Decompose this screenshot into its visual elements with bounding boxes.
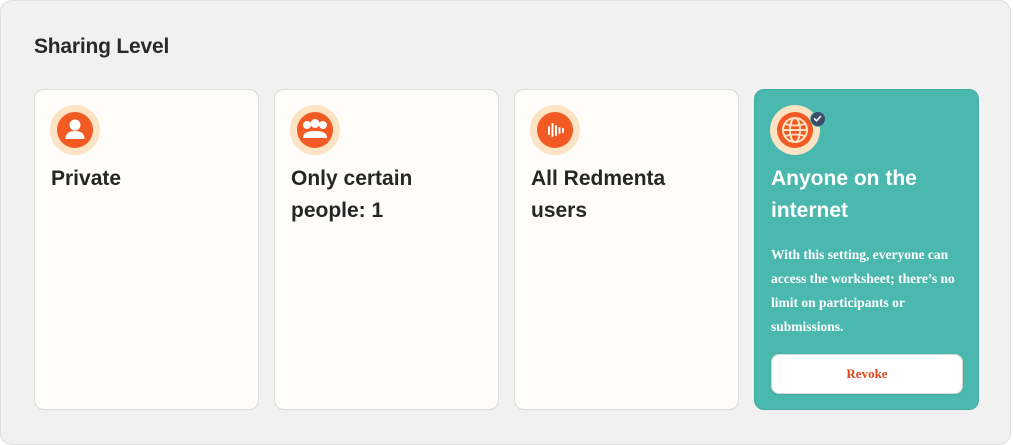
sharing-option-certain-people[interactable]: Only certain people: 1 bbox=[274, 89, 499, 410]
sharing-option-label: All Redmenta users bbox=[531, 167, 666, 222]
sharing-option-description: With this setting, everyone can access t… bbox=[771, 247, 955, 334]
revoke-button[interactable]: Revoke bbox=[771, 354, 963, 394]
redmenta-logo-icon bbox=[530, 105, 580, 155]
sharing-level-panel: Sharing Level Private Only certain peopl… bbox=[0, 0, 1011, 445]
sharing-option-anyone-on-internet[interactable]: Anyone on the internet With this setting… bbox=[754, 89, 979, 410]
sharing-option-redmenta-users[interactable]: All Redmenta users bbox=[514, 89, 739, 410]
panel-title: Sharing Level bbox=[34, 35, 170, 58]
sharing-option-label: Anyone on the internet bbox=[771, 167, 917, 222]
sharing-option-label: Only certain people: 1 bbox=[291, 167, 413, 222]
person-icon bbox=[50, 105, 100, 155]
group-icon bbox=[290, 105, 340, 155]
sharing-option-label: Private bbox=[51, 167, 122, 190]
sharing-option-private[interactable]: Private bbox=[34, 89, 259, 410]
selected-check-icon bbox=[810, 111, 826, 127]
